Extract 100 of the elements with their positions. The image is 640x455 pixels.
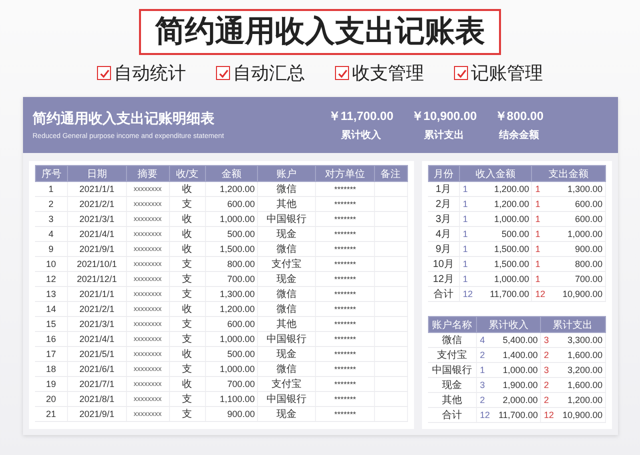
amount-cell: 1,000.00: [550, 226, 605, 242]
count-cell: 2: [540, 348, 558, 362]
amount-cell: 2,000.00: [493, 392, 540, 408]
column-header: 日期: [68, 166, 126, 182]
type-cell: 收: [169, 376, 206, 392]
amount-cell: 600.00: [550, 196, 605, 212]
amount-cell: 11,700.00: [478, 286, 532, 302]
amount-cell: 1,500.00: [478, 242, 532, 256]
account-cell: 微信: [257, 286, 316, 302]
count-cell: 4: [476, 332, 494, 348]
feature-label: 记账管理: [471, 62, 543, 85]
counterparty-cell: *******: [316, 316, 374, 332]
row-number: 2: [35, 196, 68, 212]
count-cell: 1: [459, 212, 478, 226]
amount-cell: 500.00: [205, 226, 258, 242]
counterparty-cell: *******: [316, 302, 374, 316]
amount-cell: 1,500.00: [205, 242, 258, 256]
name-cell: 12月: [428, 272, 460, 286]
date-cell: 2021/2/1: [68, 302, 126, 316]
name-cell: 合计: [428, 286, 460, 302]
amount-cell: 1,600.00: [557, 348, 605, 362]
amount-cell: 500.00: [478, 226, 532, 242]
count-cell: 1: [459, 272, 478, 286]
amount-cell: 1,200.00: [205, 182, 258, 196]
counterparty-cell: *******: [316, 346, 374, 362]
column-header: 摘要: [126, 166, 170, 182]
count-cell: 12: [476, 408, 494, 422]
checkbox[interactable]: [454, 66, 468, 80]
name-cell: 现金: [428, 378, 476, 392]
type-cell: 支: [169, 256, 206, 272]
amount-cell: 1,000.00: [205, 362, 258, 376]
counterparty-cell: *******: [316, 242, 374, 256]
column-header: 支出金额: [532, 166, 605, 182]
column-header: 序号: [35, 166, 68, 182]
column-header: 月份: [428, 166, 460, 182]
date-cell: 2021/3/1: [68, 212, 126, 226]
row-number: 1: [35, 182, 68, 196]
counterparty-cell: *******: [316, 392, 374, 406]
name-cell: 2月: [428, 196, 460, 212]
counterparty-cell: *******: [316, 362, 374, 376]
amount-cell: 1,100.00: [205, 392, 258, 406]
page-title: 简约通用收入支出记账表: [139, 9, 501, 55]
counterparty-cell: *******: [316, 196, 374, 212]
row-number: 3: [35, 212, 68, 226]
stat-value: ￥10,900.00: [411, 108, 477, 125]
stat-value: ￥11,700.00: [328, 108, 394, 125]
date-cell: 2021/4/1: [68, 226, 126, 242]
amount-cell: 5,400.00: [493, 332, 540, 348]
checkbox[interactable]: [216, 66, 230, 80]
date-cell: 2021/5/1: [68, 346, 126, 362]
name-cell: 微信: [428, 332, 476, 348]
count-cell: 1: [532, 272, 551, 286]
account-cell: 微信: [257, 362, 316, 376]
account-cell: 中国银行: [257, 392, 316, 406]
account-cell: 微信: [257, 302, 316, 316]
counterparty-cell: *******: [316, 332, 374, 346]
row-number: 20: [35, 392, 68, 406]
count-cell: 3: [540, 362, 558, 378]
account-cell: 现金: [257, 226, 316, 242]
date-cell: 2021/1/1: [68, 182, 126, 196]
count-cell: 2: [540, 378, 558, 392]
checkbox[interactable]: [97, 66, 111, 80]
amount-cell: 3,200.00: [557, 362, 605, 378]
stat-label: 累计支出: [424, 128, 464, 142]
row-number: 15: [35, 316, 68, 332]
column-header: 累计收入: [476, 316, 540, 332]
date-cell: 2021/10/1: [68, 256, 126, 272]
amount-cell: 700.00: [205, 376, 258, 392]
amount-cell: 1,000.00: [478, 272, 532, 286]
counterparty-cell: *******: [316, 272, 374, 286]
name-cell: 其他: [428, 392, 476, 408]
amount-cell: 600.00: [205, 196, 258, 212]
count-cell: 1: [532, 242, 551, 256]
date-cell: 2021/9/1: [68, 406, 126, 422]
amount-cell: 11,700.00: [493, 408, 540, 422]
checkbox[interactable]: [335, 66, 349, 80]
amount-cell: 1,200.00: [557, 392, 605, 408]
stat-value: ￥800.00: [494, 108, 544, 125]
count-cell: 1: [459, 196, 478, 212]
date-cell: 2021/1/1: [68, 286, 126, 302]
type-cell: 支: [169, 362, 206, 376]
type-cell: 收: [169, 302, 206, 316]
feature-label: 自动统计: [114, 62, 186, 85]
date-cell: 2021/4/1: [68, 332, 126, 346]
feature-label: 收支管理: [352, 62, 424, 85]
count-cell: 1: [476, 362, 494, 378]
count-cell: 12: [459, 286, 478, 302]
count-cell: 1: [459, 182, 478, 196]
row-number: 12: [35, 272, 68, 286]
amount-cell: 1,300.00: [550, 182, 605, 196]
count-cell: 12: [540, 408, 558, 422]
type-cell: 收: [169, 212, 206, 226]
amount-cell: 1,600.00: [557, 378, 605, 392]
account-cell: 现金: [257, 272, 316, 286]
amount-cell: 1,200.00: [205, 302, 258, 316]
row-number: 16: [35, 332, 68, 346]
column-header: 累计支出: [540, 316, 605, 332]
count-cell: 1: [532, 226, 551, 242]
amount-cell: 1,000.00: [493, 362, 540, 378]
sheet-title: 简约通用收入支出记账明细表: [32, 110, 216, 128]
